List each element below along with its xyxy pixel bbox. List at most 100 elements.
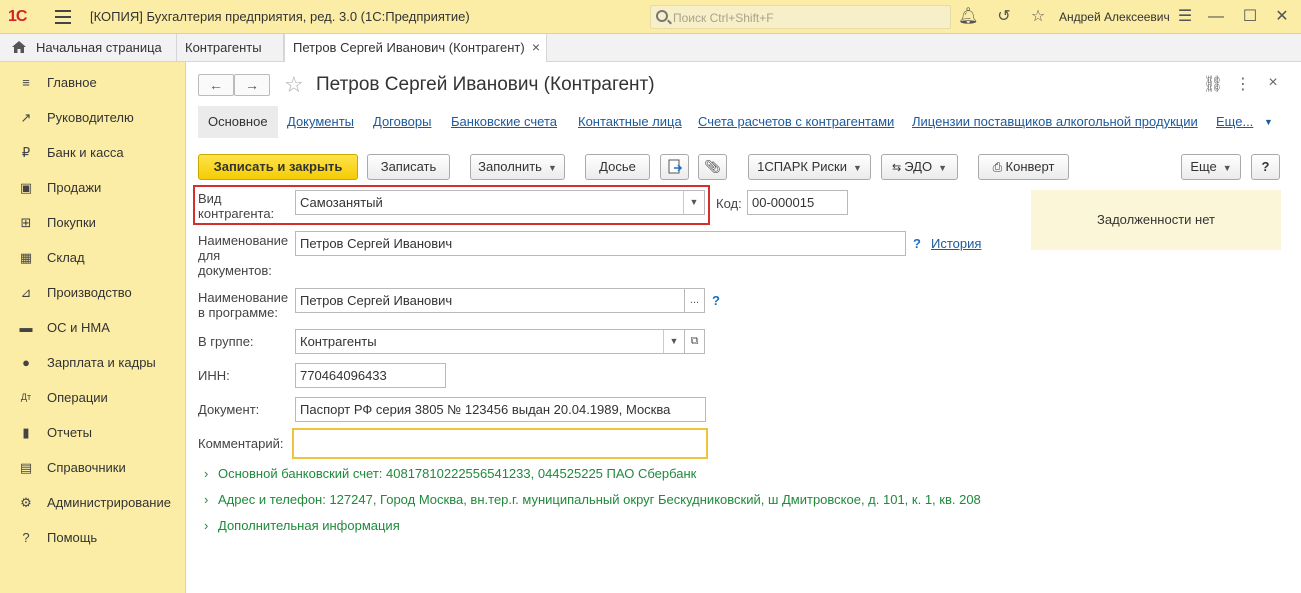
search-input[interactable]: Поиск Ctrl+Shift+F: [650, 5, 951, 29]
sidebar-item-salary[interactable]: ● Зарплата и кадры: [0, 345, 185, 380]
section-main[interactable]: Основное: [198, 106, 278, 138]
comment-label: Комментарий:: [198, 436, 284, 451]
save-and-close-button[interactable]: Записать и закрыть: [198, 154, 358, 180]
fill-button-label: Заполнить: [478, 159, 542, 174]
sidebar-item-operations[interactable]: Дт Операции: [0, 380, 185, 415]
address-expander[interactable]: › Адрес и телефон: 127247, Город Москва, …: [204, 492, 981, 507]
progname-help-icon[interactable]: ?: [712, 293, 720, 308]
tab-counterparty-form[interactable]: Петров Сергей Иванович (Контрагент) ×: [284, 34, 547, 63]
bank-account-expander[interactable]: › Основной банковский счет: 4081781022255…: [204, 466, 696, 481]
dossier-button[interactable]: Досье: [585, 154, 650, 180]
link-icon[interactable]: ⛓︎: [1203, 74, 1223, 94]
document-field[interactable]: Паспорт РФ серия 3805 № 123456 выдан 20.…: [295, 397, 706, 422]
sidebar-item-label: Администрирование: [47, 495, 171, 510]
edo-button[interactable]: ⇆ ЭДО ▼: [881, 154, 958, 180]
main-menu-icon[interactable]: [55, 10, 71, 24]
kind-select[interactable]: Самозанятый ▼: [295, 190, 705, 215]
sidebar-item-label: Зарплата и кадры: [47, 355, 156, 370]
sidebar-item-production[interactable]: ⊿ Производство: [0, 275, 185, 310]
close-form-icon[interactable]: ×: [1263, 74, 1283, 94]
document-export-icon: [668, 159, 682, 174]
more-button[interactable]: Еще ▼: [1181, 154, 1241, 180]
inn-field[interactable]: 770464096433: [295, 363, 446, 388]
chevron-right-icon: ›: [204, 466, 209, 481]
chevron-right-icon: ›: [204, 492, 209, 507]
help-button[interactable]: ?: [1251, 154, 1280, 180]
kind-value: Самозанятый: [300, 195, 383, 210]
favorite-star-icon[interactable]: ☆: [284, 72, 304, 98]
section-more-caret-icon[interactable]: ▼: [1264, 106, 1273, 138]
section-bank-accounts[interactable]: Банковские счета: [451, 106, 557, 138]
sidebar-item-label: Склад: [47, 250, 85, 265]
dropdown-arrow-icon[interactable]: ▼: [663, 330, 684, 353]
spark-risks-button[interactable]: 1СПАРК Риски ▼: [748, 154, 871, 180]
minimize-icon[interactable]: —: [1206, 7, 1226, 27]
attach-button[interactable]: 📎︎: [698, 154, 727, 180]
main-icon: ≡: [22, 75, 30, 90]
maximize-icon[interactable]: ☐: [1240, 7, 1260, 27]
more-options-icon[interactable]: ⋮: [1233, 74, 1253, 94]
group-value: Контрагенты: [300, 334, 377, 349]
chevron-right-icon: ›: [204, 518, 209, 533]
docname-help-icon[interactable]: ?: [913, 236, 921, 251]
sidebar-item-help[interactable]: ? Помощь: [0, 520, 185, 555]
spark-risks-label: 1СПАРК Риски: [757, 159, 847, 174]
history-icon[interactable]: ↺: [994, 7, 1014, 27]
section-contacts[interactable]: Контактные лица: [578, 106, 682, 138]
comment-field[interactable]: [292, 428, 708, 459]
code-label: Код:: [716, 196, 742, 211]
export-doc-button[interactable]: [660, 154, 689, 180]
envelope-label: Конверт: [1005, 159, 1055, 174]
forward-button[interactable]: →: [234, 74, 270, 96]
sidebar-item-sales[interactable]: ▣ Продажи: [0, 170, 185, 205]
bell-icon[interactable]: 🔔︎: [958, 7, 978, 27]
sidebar-item-assets[interactable]: ▬ ОС и НМА: [0, 310, 185, 345]
history-link[interactable]: История: [931, 236, 981, 251]
back-button[interactable]: ←: [198, 74, 234, 96]
close-tab-icon[interactable]: ×: [532, 34, 540, 61]
assets-icon: ▬: [19, 320, 33, 335]
sidebar-item-warehouse[interactable]: ▦ Склад: [0, 240, 185, 275]
user-name[interactable]: Андрей Алексеевич: [1059, 10, 1170, 24]
section-documents[interactable]: Документы: [287, 106, 354, 138]
operations-icon: Дт: [20, 392, 32, 402]
sidebar-item-bank[interactable]: ₽ Банк и касса: [0, 135, 185, 170]
favorites-star-icon[interactable]: ☆: [1028, 7, 1048, 27]
printer-icon: ⎙: [992, 160, 1006, 174]
open-group-button[interactable]: ⧉: [684, 329, 705, 354]
extra-info-expander[interactable]: › Дополнительная информация: [204, 518, 400, 533]
sidebar-item-catalogs[interactable]: ▤ Справочники: [0, 450, 185, 485]
tab-counterparties[interactable]: Контрагенты: [177, 34, 284, 62]
sidebar-item-label: Покупки: [47, 215, 96, 230]
warehouse-icon: ▦: [19, 250, 33, 265]
sidebar-item-manager[interactable]: ↗ Руководителю: [0, 100, 185, 135]
docname-field[interactable]: Петров Сергей Иванович: [295, 231, 906, 256]
envelope-button[interactable]: ⎙ Конверт: [978, 154, 1069, 180]
tab-home[interactable]: Начальная страница: [0, 34, 177, 62]
section-contracts[interactable]: Договоры: [373, 106, 431, 138]
sidebar-item-label: Главное: [47, 75, 97, 90]
section-alcohol-licenses[interactable]: Лицензии поставщиков алкогольной продукц…: [912, 106, 1198, 138]
group-select[interactable]: Контрагенты ▼: [295, 329, 685, 354]
section-more[interactable]: Еще...: [1216, 106, 1253, 138]
code-field[interactable]: 00-000015: [747, 190, 848, 215]
progname-field[interactable]: Петров Сергей Иванович: [295, 288, 685, 313]
progname-select-button[interactable]: ...: [684, 288, 705, 313]
sidebar-item-label: Производство: [47, 285, 132, 300]
fill-button[interactable]: Заполнить ▼: [470, 154, 565, 180]
close-window-icon[interactable]: ✕: [1272, 7, 1292, 27]
document-label: Документ:: [198, 402, 260, 417]
save-button[interactable]: Записать: [367, 154, 450, 180]
section-settlement-accounts[interactable]: Счета расчетов с контрагентами: [698, 106, 894, 138]
sales-icon: ▣: [19, 180, 33, 195]
sidebar-item-label: Руководителю: [47, 110, 134, 125]
dropdown-arrow-icon[interactable]: ▼: [683, 191, 704, 214]
sidebar-item-main[interactable]: ≡ Главное: [0, 65, 185, 100]
sidebar-item-label: Банк и касса: [47, 145, 124, 160]
settings-menu-icon[interactable]: ☰: [1175, 7, 1195, 27]
sidebar-item-admin[interactable]: ⚙ Администрирование: [0, 485, 185, 520]
sidebar-item-reports[interactable]: ▮ Отчеты: [0, 415, 185, 450]
chevron-down-icon: ▼: [547, 162, 557, 173]
sidebar-item-purchases[interactable]: ⊞ Покупки: [0, 205, 185, 240]
progname-label: Наименование в программе:: [198, 290, 289, 320]
